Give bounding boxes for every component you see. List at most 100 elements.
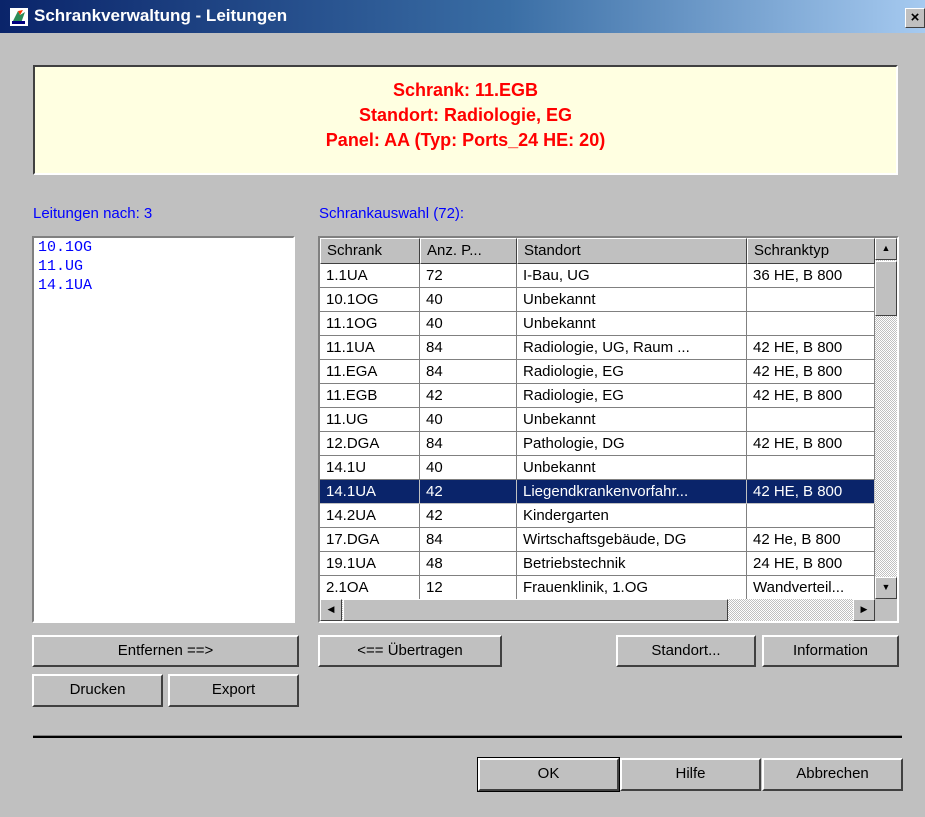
- cell-anz-ports: 40: [420, 312, 517, 336]
- cell-standort: Unbekannt: [517, 288, 747, 312]
- cell-schrank: 14.1UA: [320, 480, 420, 504]
- horizontal-scrollbar[interactable]: ◀ ▶: [320, 599, 875, 621]
- cell-schranktyp: 42 HE, B 800: [747, 384, 875, 408]
- cell-anz-ports: 12: [420, 576, 517, 599]
- cell-standort: Unbekannt: [517, 312, 747, 336]
- cell-schranktyp: 42 HE, B 800: [747, 336, 875, 360]
- cell-standort: Radiologie, UG, Raum ...: [517, 336, 747, 360]
- cell-schranktyp: [747, 408, 875, 432]
- cell-schrank: 11.1OG: [320, 312, 420, 336]
- window-title: Schrankverwaltung - Leitungen: [34, 6, 288, 25]
- title-bar: Schrankverwaltung - Leitungen ×: [0, 0, 925, 33]
- table-row[interactable]: 11.UG 40 Unbekannt: [320, 408, 875, 432]
- table-row[interactable]: 14.1UA 42 Liegendkrankenvorfahr... 42 HE, B…: [320, 480, 875, 504]
- table-row[interactable]: 14.1U 40 Unbekannt: [320, 456, 875, 480]
- cell-schranktyp: 42 HE, B 800: [747, 480, 875, 504]
- vertical-scrollbar[interactable]: ▲ ▼: [875, 238, 897, 599]
- cell-schrank: 11.UG: [320, 408, 420, 432]
- cell-schrank: 10.1OG: [320, 288, 420, 312]
- arrow-right-icon: ▶: [860, 604, 868, 614]
- column-header-standort[interactable]: Standort: [517, 238, 747, 264]
- table-row[interactable]: 11.EGB 42 Radiologie, EG 42 HE, B 800: [320, 384, 875, 408]
- horizontal-scroll-thumb[interactable]: [343, 599, 728, 621]
- cell-anz-ports: 40: [420, 408, 517, 432]
- cell-anz-ports: 48: [420, 552, 517, 576]
- app-icon: [10, 8, 28, 26]
- table-row[interactable]: 17.DGA 84 Wirtschaftsgebäude, DG 42 He, B 8…: [320, 528, 875, 552]
- export-button[interactable]: Export: [168, 674, 299, 707]
- cell-schrank: 11.EGA: [320, 360, 420, 384]
- cell-schranktyp: 42 HE, B 800: [747, 360, 875, 384]
- ok-button[interactable]: OK: [477, 757, 620, 792]
- info-schrank: Schrank: 11.EGB: [392, 80, 539, 100]
- table-row[interactable]: 11.EGA 84 Radiologie, EG 42 HE, B 800: [320, 360, 875, 384]
- cell-standort: Unbekannt: [517, 408, 747, 432]
- arrow-down-icon: ▼: [881, 582, 891, 592]
- cell-standort: Unbekannt: [517, 456, 747, 480]
- scroll-up-button[interactable]: ▲: [875, 238, 897, 260]
- table-row[interactable]: 10.1OG 40 Unbekannt: [320, 288, 875, 312]
- cell-standort: Kindergarten: [517, 504, 747, 528]
- leitungen-list[interactable]: 10.1OG 11.UG 14.1UA: [32, 236, 295, 623]
- schrank-table[interactable]: Schrank Anz. P... Standort Schranktyp 1.…: [318, 236, 899, 623]
- table-row[interactable]: 11.1UA 84 Radiologie, UG, Raum ... 42 HE, B…: [320, 336, 875, 360]
- table-header: Schrank Anz. P... Standort Schranktyp: [320, 238, 875, 264]
- cell-anz-ports: 72: [420, 264, 517, 288]
- table-row[interactable]: 14.2UA 42 Kindergarten: [320, 504, 875, 528]
- cell-standort: Radiologie, EG: [517, 384, 747, 408]
- entfernen-button[interactable]: Entfernen ==>: [32, 635, 299, 667]
- separator: [33, 735, 902, 738]
- cell-standort: I-Bau, UG: [517, 264, 747, 288]
- table-row[interactable]: 11.1OG 40 Unbekannt: [320, 312, 875, 336]
- leitungen-label: Leitungen nach: 3: [33, 205, 153, 222]
- cell-standort: Radiologie, EG: [517, 360, 747, 384]
- standort-button[interactable]: Standort...: [616, 635, 756, 667]
- cell-schranktyp: 24 HE, B 800: [747, 552, 875, 576]
- cell-schranktyp: [747, 504, 875, 528]
- cell-standort: Betriebstechnik: [517, 552, 747, 576]
- cell-anz-ports: 84: [420, 528, 517, 552]
- cell-schrank: 14.1U: [320, 456, 420, 480]
- cell-anz-ports: 84: [420, 360, 517, 384]
- cell-schrank: 11.EGB: [320, 384, 420, 408]
- hilfe-button[interactable]: Hilfe: [620, 758, 761, 791]
- column-header-anz-ports[interactable]: Anz. P...: [420, 238, 517, 264]
- arrow-left-icon: ◀: [327, 604, 335, 614]
- table-row[interactable]: 2.1OA 12 Frauenklinik, 1.OG Wandverteil...: [320, 576, 875, 599]
- cell-anz-ports: 84: [420, 432, 517, 456]
- information-button[interactable]: Information: [762, 635, 899, 667]
- list-item[interactable]: 10.1OG: [34, 238, 293, 257]
- column-header-schrank[interactable]: Schrank: [320, 238, 420, 264]
- cell-anz-ports: 42: [420, 384, 517, 408]
- schrankauswahl-label: Schrankauswahl (72):: [319, 205, 465, 222]
- close-button[interactable]: ×: [905, 8, 925, 28]
- cell-schranktyp: 42 HE, B 800: [747, 432, 875, 456]
- scroll-down-button[interactable]: ▼: [875, 577, 897, 599]
- table-body: 1.1UA 72 I-Bau, UG 36 HE, B 800 10.1OG 40 Unbe…: [320, 264, 875, 599]
- table-row[interactable]: 19.1UA 48 Betriebstechnik 24 HE, B 800: [320, 552, 875, 576]
- cell-schranktyp: [747, 456, 875, 480]
- info-standort: Standort: Radiologie, EG: [358, 105, 572, 125]
- cell-schrank: 1.1UA: [320, 264, 420, 288]
- scroll-thumb[interactable]: [875, 261, 897, 316]
- cell-schranktyp: 36 HE, B 800: [747, 264, 875, 288]
- abbrechen-button[interactable]: Abbrechen: [762, 758, 903, 791]
- cell-schrank: 12.DGA: [320, 432, 420, 456]
- column-header-schranktyp[interactable]: Schranktyp: [747, 238, 875, 264]
- uebertragen-button[interactable]: <== Übertragen: [318, 635, 502, 667]
- cell-anz-ports: 84: [420, 336, 517, 360]
- list-item[interactable]: 11.UG: [34, 257, 293, 276]
- table-row[interactable]: 1.1UA 72 I-Bau, UG 36 HE, B 800: [320, 264, 875, 288]
- cell-anz-ports: 42: [420, 504, 517, 528]
- drucken-button[interactable]: Drucken: [32, 674, 163, 707]
- cell-schrank: 2.1OA: [320, 576, 420, 599]
- table-row[interactable]: 12.DGA 84 Pathologie, DG 42 HE, B 800: [320, 432, 875, 456]
- cell-standort: Pathologie, DG: [517, 432, 747, 456]
- info-panel-type: Panel: AA (Typ: Ports_24 HE: 20): [325, 130, 606, 150]
- scroll-right-button[interactable]: ▶: [853, 599, 875, 621]
- scroll-left-button[interactable]: ◀: [320, 599, 342, 621]
- cell-standort: Liegendkrankenvorfahr...: [517, 480, 747, 504]
- cell-schrank: 17.DGA: [320, 528, 420, 552]
- list-item[interactable]: 14.1UA: [34, 276, 293, 295]
- info-panel: Schrank: 11.EGB Standort: Radiologie, EG…: [33, 65, 898, 175]
